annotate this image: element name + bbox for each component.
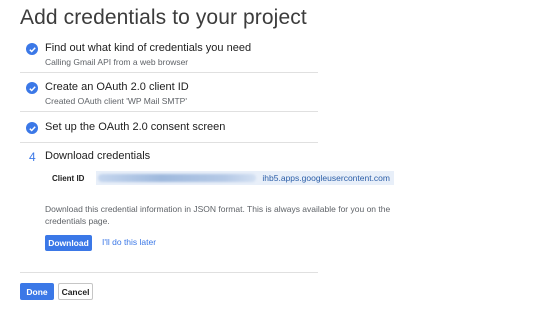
redacted-blur <box>98 174 256 182</box>
cancel-button[interactable]: Cancel <box>58 283 93 300</box>
download-info-text: Download this credential information in … <box>45 204 391 226</box>
step-title: Find out what kind of credentials you ne… <box>45 42 252 54</box>
check-circle-icon <box>26 82 38 94</box>
do-this-later-button[interactable]: I'll do this later <box>102 237 156 247</box>
check-circle-icon <box>26 43 38 55</box>
step-title: Create an OAuth 2.0 client ID <box>45 81 189 93</box>
step-subtitle: Created OAuth client 'WP Mail SMTP' <box>45 96 187 106</box>
divider <box>20 111 318 112</box>
divider <box>20 272 318 273</box>
step-title: Set up the OAuth 2.0 consent screen <box>45 121 226 133</box>
client-id-label: Client ID <box>52 174 85 183</box>
divider <box>20 72 318 73</box>
client-id-field[interactable]: ihb5.apps.googleusercontent.com <box>96 171 394 185</box>
step-subtitle: Calling Gmail API from a web browser <box>45 57 189 67</box>
check-circle-icon <box>26 122 38 134</box>
step-title: Download credentials <box>45 150 151 162</box>
download-button[interactable]: Download <box>45 235 92 251</box>
page-title: Add credentials to your project <box>20 6 307 29</box>
divider <box>20 142 318 143</box>
done-button[interactable]: Done <box>20 283 54 300</box>
client-id-value: ihb5.apps.googleusercontent.com <box>262 173 390 183</box>
step-number: 4 <box>29 150 36 164</box>
